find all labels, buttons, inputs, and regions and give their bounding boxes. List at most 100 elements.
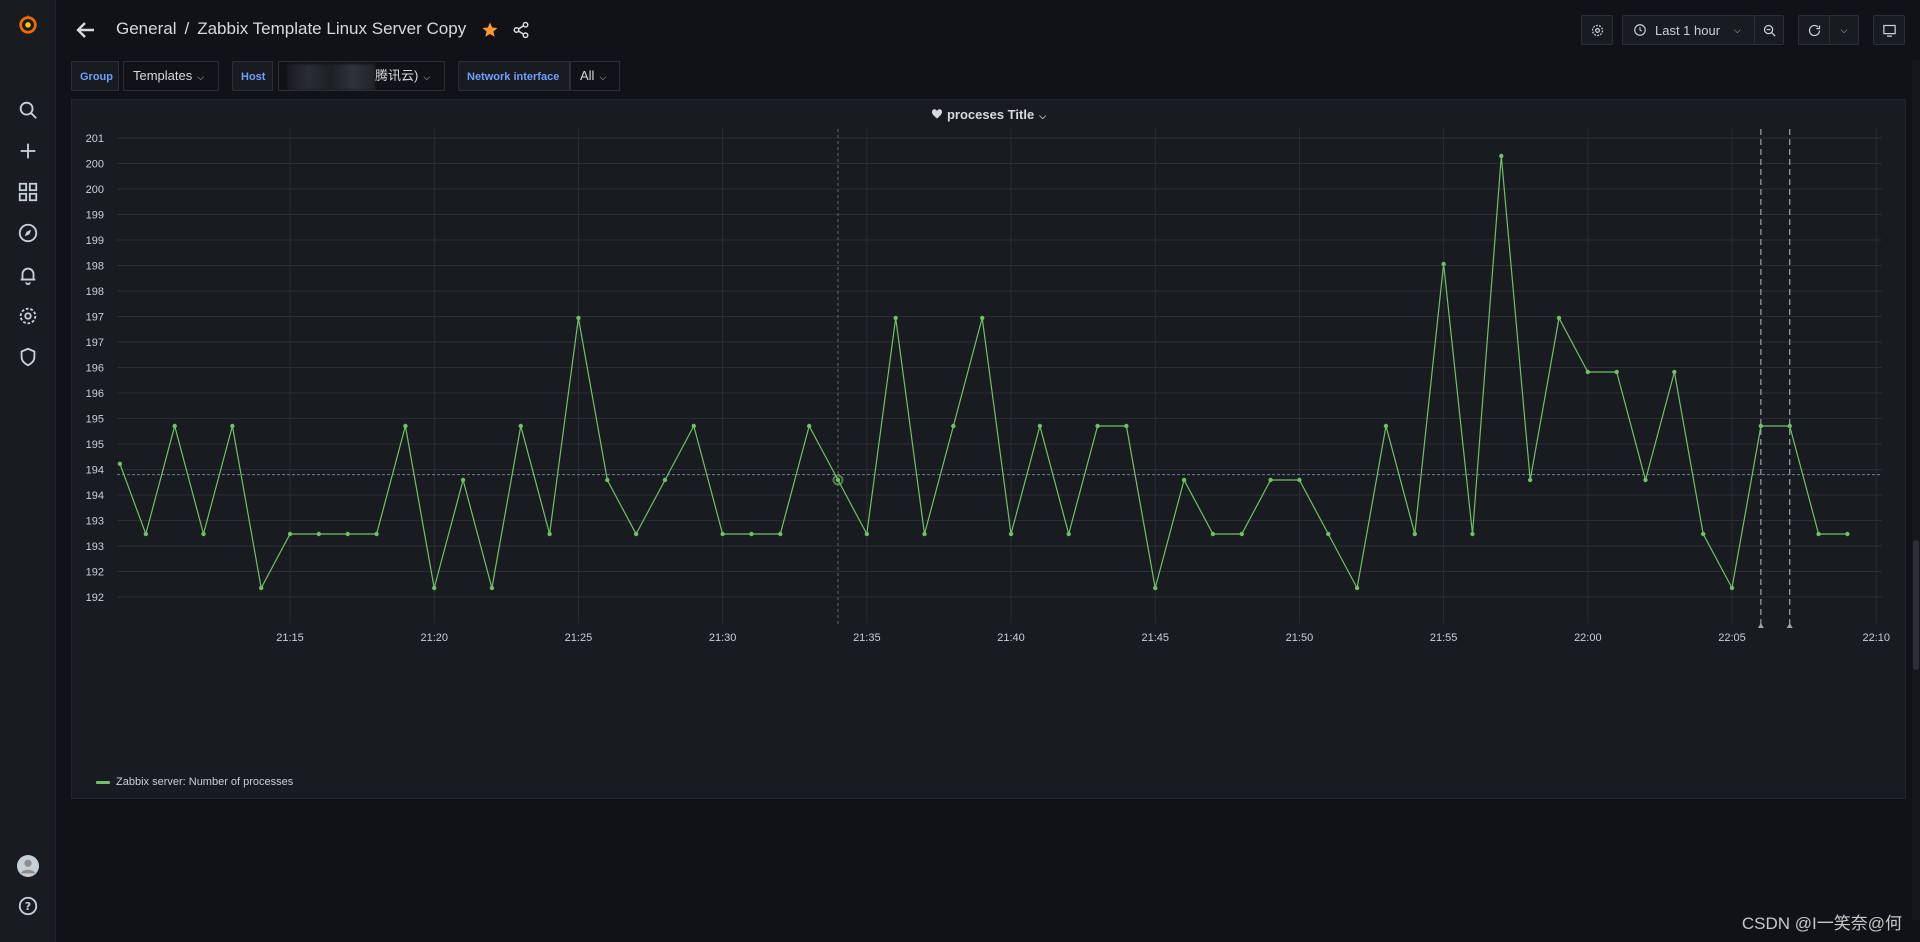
data-point [1643, 477, 1648, 483]
legend-item[interactable]: Zabbix server: Number of processes [96, 776, 293, 788]
plus-icon[interactable] [14, 137, 42, 165]
breadcrumb-folder[interactable]: General [116, 19, 176, 38]
explore-compass-icon[interactable] [14, 219, 42, 247]
grafana-logo-icon[interactable] [14, 10, 42, 38]
data-point [1210, 531, 1216, 537]
data-point [749, 531, 754, 537]
scrollbar-thumb[interactable] [1913, 540, 1919, 670]
data-point [1008, 531, 1014, 537]
x-tick-label: 22:00 [1574, 632, 1602, 644]
y-tick-label: 194 [86, 465, 104, 477]
time-range-label: Last 1 hour [1655, 22, 1721, 38]
settings-gear-icon [1591, 24, 1603, 36]
data-point [1326, 531, 1331, 537]
data-point [1239, 531, 1244, 537]
chevron-down-icon: ⌵ [599, 72, 607, 82]
y-tick-label: 197 [86, 337, 104, 349]
user-avatar[interactable] [14, 852, 42, 880]
alerting-bell-icon[interactable] [14, 261, 42, 289]
y-tick-label: 200 [86, 159, 104, 171]
line-chart[interactable]: 192 192 193 193 194 194 195 195 196 196 197 197 198 1… [72, 100, 1907, 800]
data-point [951, 423, 956, 429]
x-tick-label: 22:10 [1862, 632, 1890, 644]
breadcrumb-separator: / [184, 19, 190, 38]
tv-mode-button[interactable] [1873, 15, 1905, 45]
data-point [143, 531, 149, 537]
dashboard-title[interactable]: Zabbix Template Linux Server Copy [197, 19, 466, 38]
y-tick-label: 193 [86, 541, 104, 553]
share-icon[interactable] [512, 21, 530, 39]
page-scrollbar[interactable] [1912, 60, 1920, 920]
data-point [201, 531, 206, 537]
data-point [518, 423, 523, 429]
y-tick-label: 200 [86, 184, 104, 196]
data-point [633, 531, 639, 537]
configuration-gear-icon[interactable] [14, 302, 42, 330]
data-point [1845, 531, 1850, 537]
y-tick-label: 198 [86, 286, 104, 298]
zoom-out-icon [1763, 24, 1776, 37]
data-point [1037, 423, 1043, 429]
refresh-button[interactable] [1798, 15, 1830, 45]
data-point [662, 477, 668, 483]
data-point [1556, 315, 1562, 321]
time-picker-button[interactable]: Last 1 hour ⌵ [1622, 15, 1755, 45]
variable-value-network-interface: All [580, 68, 595, 83]
annotation-marker [1786, 623, 1793, 628]
data-point [230, 423, 235, 429]
dashboard-settings-button[interactable] [1581, 15, 1613, 45]
x-tick-label: 21:15 [276, 632, 304, 644]
favorite-star-icon[interactable] [481, 21, 499, 39]
legend-swatch [96, 780, 110, 784]
data-point [1585, 369, 1591, 375]
x-tick-label: 21:45 [1141, 632, 1169, 644]
dashboards-icon[interactable] [14, 178, 42, 206]
y-tick-label: 197 [86, 312, 104, 324]
monitor-icon [1882, 24, 1896, 37]
variable-select-host[interactable]: 腾讯云) ⌵ [278, 61, 445, 91]
data-point [1153, 585, 1158, 591]
x-tick-label: 21:25 [565, 632, 593, 644]
data-point [1527, 477, 1533, 483]
redacted-host-blur [287, 63, 375, 90]
zoom-out-button[interactable] [1754, 15, 1784, 45]
data-point [287, 531, 293, 537]
y-tick-label: 194 [86, 490, 104, 502]
x-tick-label: 21:50 [1286, 632, 1314, 644]
x-tick-label: 21:55 [1430, 632, 1458, 644]
data-point [345, 531, 350, 537]
data-point [691, 423, 696, 429]
data-point [778, 531, 783, 537]
variable-label-network-interface: Network interface [458, 61, 570, 91]
data-point [1614, 369, 1619, 375]
y-tick-label: 201 [86, 133, 104, 145]
data-point [1816, 531, 1821, 537]
annotation-marker [1757, 623, 1764, 628]
data-point [316, 531, 322, 537]
search-icon[interactable] [14, 96, 42, 124]
data-point [547, 531, 552, 537]
variable-value-group: Templates [133, 68, 193, 83]
data-point [835, 477, 841, 483]
legend-label: Zabbix server: Number of processes [116, 776, 294, 788]
x-tick-label: 21:20 [420, 632, 448, 644]
y-tick-label: 195 [86, 414, 104, 426]
refresh-interval-dropdown[interactable]: ⌵ [1829, 15, 1859, 45]
data-point [1441, 261, 1446, 267]
data-point [1268, 477, 1273, 483]
variable-value-host: 腾讯云) [375, 68, 419, 83]
server-admin-shield-icon[interactable] [14, 343, 42, 371]
variable-label-host: Host [232, 61, 273, 91]
data-point [403, 423, 408, 429]
x-tick-label: 22:05 [1718, 632, 1746, 644]
help-icon[interactable]: ? [14, 892, 42, 920]
chevron-down-icon: ⌵ [197, 72, 205, 82]
data-point [1095, 423, 1100, 429]
chevron-down-icon: ⌵ [423, 72, 431, 82]
variable-select-group[interactable]: Templates ⌵ [123, 61, 219, 91]
breadcrumb: General / Zabbix Template Linux Server Cop… [116, 19, 466, 39]
x-tick-label: 21:30 [709, 632, 737, 644]
data-point [1383, 423, 1389, 429]
variable-select-network-interface[interactable]: All ⌵ [570, 61, 620, 91]
back-arrow-icon[interactable] [74, 18, 98, 42]
